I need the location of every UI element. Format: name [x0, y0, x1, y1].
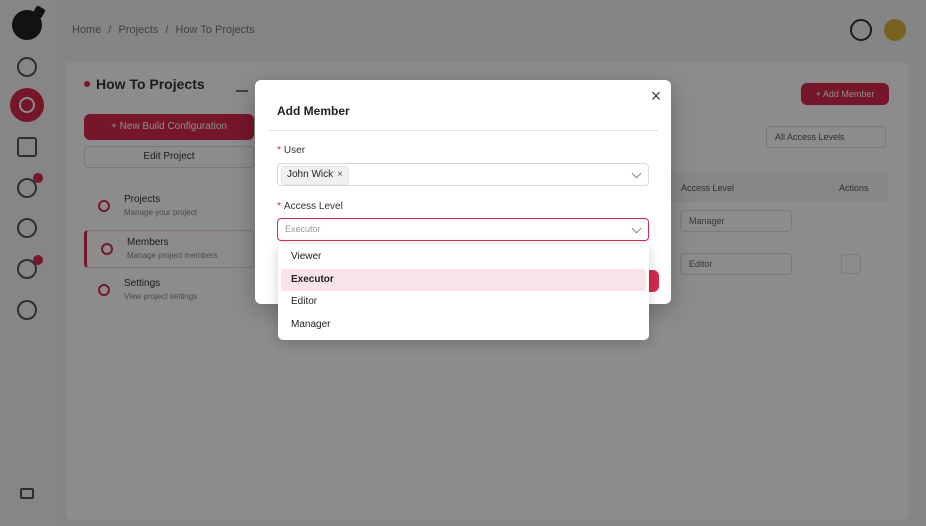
access-level-field-label: * Access Level [277, 201, 343, 212]
dropdown-option-executor[interactable]: Executor [281, 269, 646, 291]
modal-title: Add Member [277, 104, 350, 118]
user-select[interactable]: John Wick × [277, 163, 649, 186]
chevron-down-icon [631, 168, 642, 179]
user-tag-label: John Wick [287, 169, 334, 180]
dropdown-option-editor[interactable]: Editor [281, 291, 646, 313]
dropdown-option-viewer[interactable]: Viewer [281, 246, 646, 268]
access-level-placeholder: Executor [285, 224, 321, 234]
access-level-dropdown: Viewer Executor Editor Manager [278, 244, 649, 340]
close-icon[interactable]: × [648, 87, 664, 105]
user-tag: John Wick × [281, 166, 349, 185]
remove-tag-icon[interactable]: × [337, 169, 343, 180]
required-mark: * [277, 145, 281, 156]
access-level-select[interactable]: Executor [277, 218, 649, 241]
required-mark: * [277, 201, 281, 212]
user-field-label: * User [277, 145, 306, 156]
chevron-down-icon [631, 223, 642, 234]
dropdown-option-manager[interactable]: Manager [281, 314, 646, 336]
modal-divider [268, 130, 658, 131]
